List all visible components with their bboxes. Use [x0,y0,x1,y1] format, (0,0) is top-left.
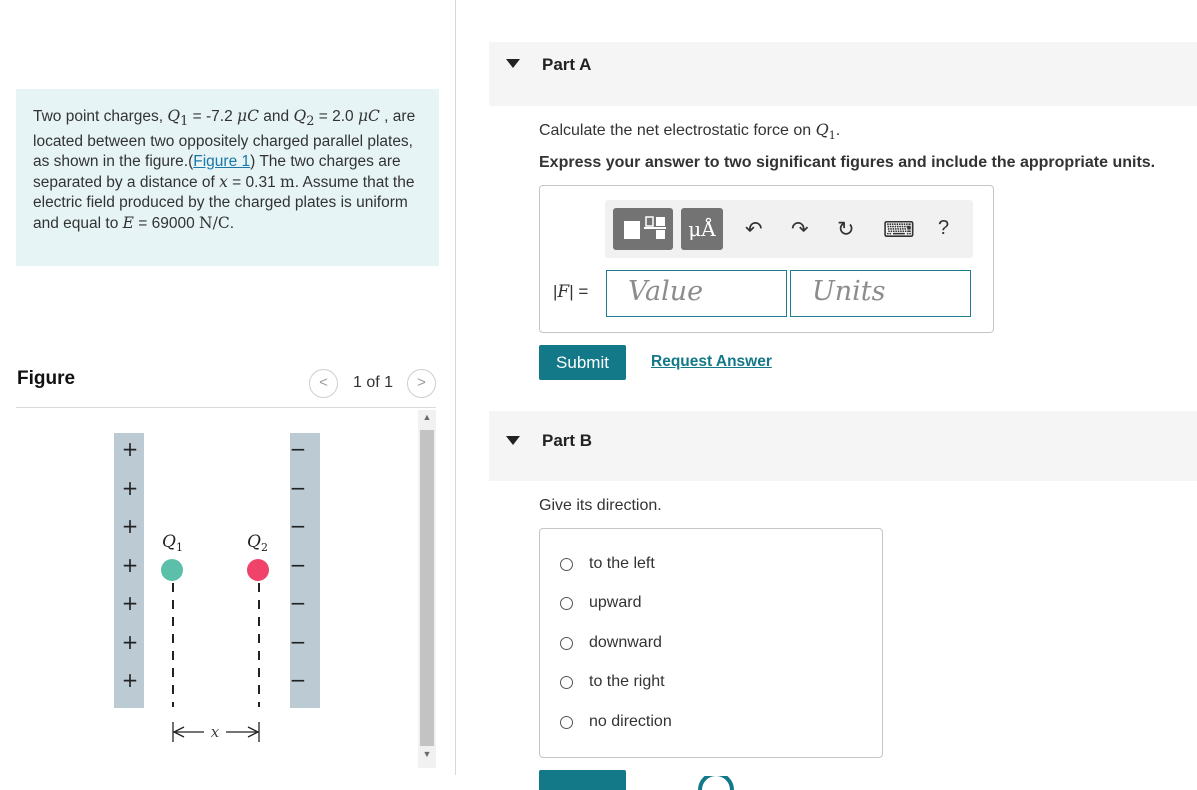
column-divider [455,0,456,775]
partial-circle-icon [698,776,734,790]
plus-sign: + [122,630,139,654]
radio-button[interactable] [560,596,573,610]
part-b-title: Part B [542,431,593,450]
problem-intro: Two point charges, [33,108,168,125]
radio-button[interactable] [560,557,573,571]
units-input[interactable]: Units [790,270,971,317]
minus-sign: − [290,476,307,500]
part-a-instruction: Express your answer to two significant f… [539,154,1156,171]
math-toolbar: μÅ ↶ ↷ ↻ ⌨ ? [605,200,973,258]
choice-to-the-right[interactable]: to the right [560,671,665,693]
problem-end: . [229,215,235,233]
part-a-question: Calculate the net electrostatic force on… [539,120,841,143]
force-label: |F| = [553,282,589,302]
figure-title: Figure [17,368,76,389]
problem-text: Two point charges, Q1 = -7.2 μC and Q2 =… [33,106,428,234]
submit-button[interactable]: Submit [539,345,626,380]
q1-label: Q1 [162,532,183,554]
part-b-header[interactable]: Part B [489,411,1197,481]
e-value: = 69000 [133,215,200,233]
request-answer-link[interactable]: Request Answer [651,353,772,371]
minus-sign: − [290,553,307,577]
figure-counter: 1 of 1 [353,374,394,391]
problem-statement: Two point charges, Q1 = -7.2 μC and Q2 =… [16,89,439,266]
radio-button[interactable] [560,675,573,689]
figure-divider [16,407,436,408]
choice-no-direction[interactable]: no direction [560,711,672,733]
choice-downward[interactable]: downward [560,632,662,654]
figure-link[interactable]: Figure 1 [193,153,250,170]
part-b-question: Give its direction. [539,497,662,514]
e-symbol: E [122,214,134,233]
part-b-submit-button[interactable] [539,770,626,790]
choice-upward[interactable]: upward [560,592,641,614]
prev-figure-button[interactable]: < [309,369,338,398]
keyboard-icon[interactable]: ⌨ [883,217,915,243]
plus-sign: + [122,591,139,615]
q1-charge [161,559,183,581]
radio-button[interactable] [560,636,573,650]
problem-and: and [258,108,294,125]
chevron-left-icon: < [319,374,328,391]
problem-comma: , [379,108,389,125]
plus-sign: + [122,514,139,538]
minus-sign: − [290,514,307,538]
minus-sign: − [290,591,307,615]
minus-sign: − [290,630,307,654]
radio-button[interactable] [560,715,573,729]
x-symbol: x [219,173,228,192]
plus-signs: + + + + + + + [122,437,139,692]
part-a-header[interactable]: Part A [489,42,1197,106]
x-value: = 0.31 [227,174,281,192]
x-unit: m [280,173,295,192]
direction-choices: to the left upward downward to the right… [539,528,883,758]
scrollbar-thumb[interactable] [420,430,434,746]
e-unit: N/C [199,214,230,233]
reset-icon[interactable]: ↻ [837,217,855,242]
choice-to-the-left[interactable]: to the left [560,553,655,575]
templates-button[interactable] [613,208,673,250]
redo-icon[interactable]: ↷ [791,217,809,242]
part-a-title: Part A [542,55,592,74]
q1-value: = -7.2 [188,108,238,125]
q2-unit: μC [357,107,380,125]
q2-value: = 2.0 [314,108,358,125]
q2-charge [247,559,269,581]
plus-sign: + [122,476,139,500]
minus-sign: − [290,668,307,692]
plus-sign: + [122,437,139,461]
q1-symbol: Q [167,107,181,125]
x-distance-label: x [211,723,220,741]
help-icon[interactable]: ? [938,217,949,240]
minus-signs: − − − − − − − [290,437,307,692]
value-input[interactable]: Value [606,270,787,317]
figure-diagram: + + + + + + + − − − − − − − Q1 Q2 x [114,433,320,742]
q2-label: Q2 [247,532,268,554]
templates-icon [624,216,666,239]
collapse-triangle-icon[interactable] [506,59,520,68]
chevron-right-icon: > [417,374,426,391]
q1-unit: μC [237,107,259,125]
units-button[interactable]: μÅ [681,208,723,250]
next-figure-button[interactable]: > [407,369,436,398]
plus-sign: + [122,553,139,577]
collapse-triangle-icon[interactable] [506,436,520,445]
plus-sign: + [122,668,139,692]
q2-symbol: Q [293,107,307,125]
minus-sign: − [290,437,307,461]
undo-icon[interactable]: ↶ [745,217,763,242]
scroll-down-arrow-icon[interactable]: ▼ [418,749,436,759]
scroll-up-arrow-icon[interactable]: ▲ [418,412,436,422]
